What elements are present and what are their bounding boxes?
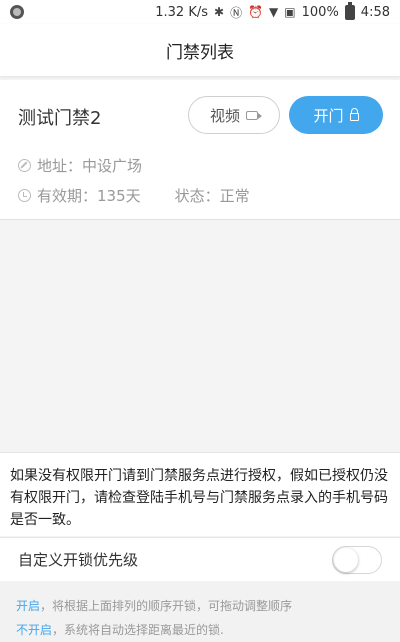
- battery-icon: [344, 1, 355, 20]
- permission-notice: 如果没有权限开门请到门禁服务点进行授权，假如已授权仍没有权限开门，请检查登陆手机…: [0, 452, 400, 536]
- toggle-knob: [334, 547, 358, 572]
- address-text: 地址：中设广场: [37, 157, 143, 175]
- help-on-text: ，将根据上面排列的顺序开锁，可拖动调整顺序: [40, 599, 293, 613]
- app-notification-icon: [10, 5, 24, 19]
- clock-icon: [18, 189, 31, 202]
- help-line-off: 不开启，系统将自动选择距离最近的锁.: [16, 618, 384, 642]
- address-row: 地址：中设广场: [18, 155, 142, 176]
- no-sim-icon: ▣: [284, 5, 296, 19]
- open-door-button-label: 开门: [313, 106, 344, 125]
- help-off-keyword: 不开启: [16, 623, 53, 637]
- bluetooth-icon: ✱: [214, 5, 225, 19]
- video-button[interactable]: 视频: [188, 96, 280, 134]
- priority-help: 开启，将根据上面排列的顺序开锁，可拖动调整顺序 不开启，系统将自动选择距离最近的…: [0, 582, 400, 642]
- help-line-on: 开启，将根据上面排列的顺序开锁，可拖动调整顺序: [16, 594, 384, 618]
- camera-icon: [246, 110, 262, 120]
- page-header: 门禁列表: [0, 24, 400, 76]
- unlock-priority-label: 自定义开锁优先级: [18, 551, 139, 569]
- page-title: 门禁列表: [166, 42, 234, 63]
- clock: 4:58: [360, 4, 390, 20]
- status-bar: 1.32 K/s ✱ Ⓝ ⏰ ▼ ▣ 100% 4:58: [0, 0, 400, 24]
- notice-text: 如果没有权限开门请到门禁服务点进行授权，假如已授权仍没有权限开门，请检查登陆手机…: [10, 468, 388, 528]
- help-on-keyword: 开启: [16, 599, 41, 613]
- network-speed: 1.32 K/s: [155, 4, 209, 20]
- video-button-label: 视频: [209, 106, 240, 125]
- compass-icon: [18, 159, 31, 172]
- wifi-icon: ▼: [269, 5, 279, 19]
- validity-text: 有效期：135天: [37, 187, 141, 205]
- door-card: 测试门禁2 视频 开门 地址：中设广场 有效期：135天 状态：正常: [0, 80, 400, 220]
- unlock-priority-setting: 自定义开锁优先级: [0, 537, 400, 581]
- nfc-icon: Ⓝ: [230, 5, 243, 20]
- status-text: 状态：正常: [174, 187, 250, 205]
- battery-level: 100%: [301, 4, 339, 20]
- door-name: 测试门禁2: [18, 108, 102, 129]
- validity-row: 有效期：135天 状态：正常: [18, 185, 250, 206]
- unlock-priority-toggle[interactable]: [332, 545, 382, 574]
- help-off-text: ，系统将自动选择距离最近的锁.: [52, 623, 224, 637]
- alarm-icon: ⏰: [248, 5, 264, 19]
- lock-icon: [349, 107, 359, 121]
- open-door-button[interactable]: 开门: [289, 96, 383, 134]
